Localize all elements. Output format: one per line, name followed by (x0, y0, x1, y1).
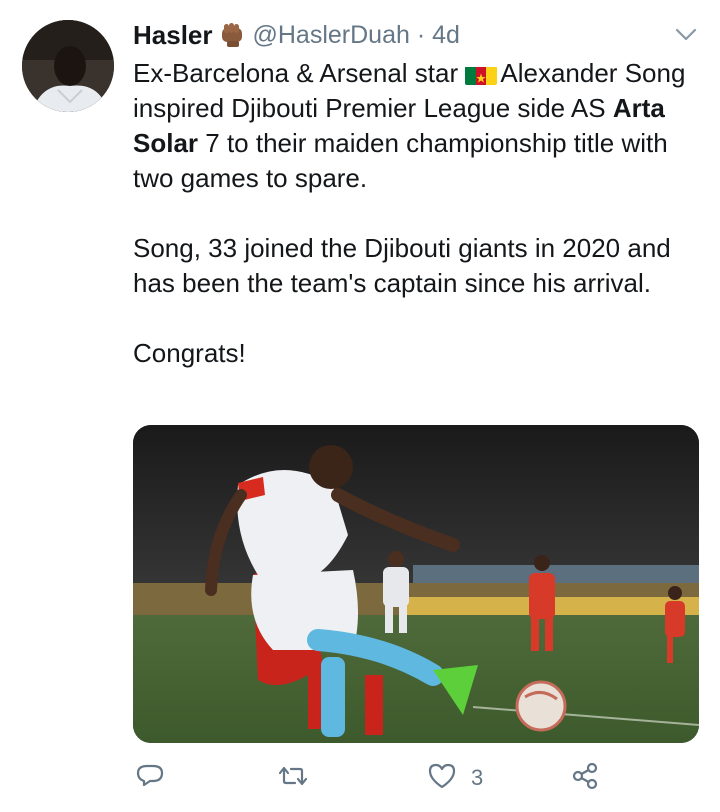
avatar[interactable] (22, 20, 114, 112)
tweet-header: Hasler @HaslerDuah · 4d (133, 18, 460, 52)
tweet-text: Ex-Barcelona & Arsenal star Alexander So… (133, 56, 703, 371)
share-icon (570, 761, 600, 796)
like-count: 3 (471, 765, 484, 790)
tweet-paragraph-1: Ex-Barcelona & Arsenal star Alexander So… (133, 56, 703, 196)
reply-button[interactable] (135, 760, 165, 796)
text-segment: Ex-Barcelona & Arsenal star (133, 58, 466, 88)
share-button[interactable] (570, 760, 600, 796)
avatar-image (22, 20, 114, 112)
chevron-down-icon[interactable] (672, 20, 700, 48)
tweet-actions: 3 (133, 760, 699, 800)
like-button[interactable]: 3 (427, 760, 483, 796)
handle-and-time[interactable]: @HaslerDuah · 4d (253, 21, 460, 50)
heart-icon (427, 761, 457, 796)
tweet-paragraph-2: Song, 33 joined the Djibouti giants in 2… (133, 233, 671, 298)
retweet-button[interactable] (278, 760, 308, 796)
text-segment: 7 to their maiden championship title wit… (133, 128, 668, 193)
reply-icon (135, 761, 165, 796)
display-name[interactable]: Hasler (133, 20, 213, 51)
cameroon-flag-icon (465, 63, 498, 85)
raised-fist-icon (219, 22, 245, 48)
retweet-icon (278, 761, 308, 796)
tweet-paragraph-3: Congrats! (133, 338, 246, 368)
football-match-photo (133, 425, 699, 743)
tweet-photo[interactable] (133, 425, 699, 743)
